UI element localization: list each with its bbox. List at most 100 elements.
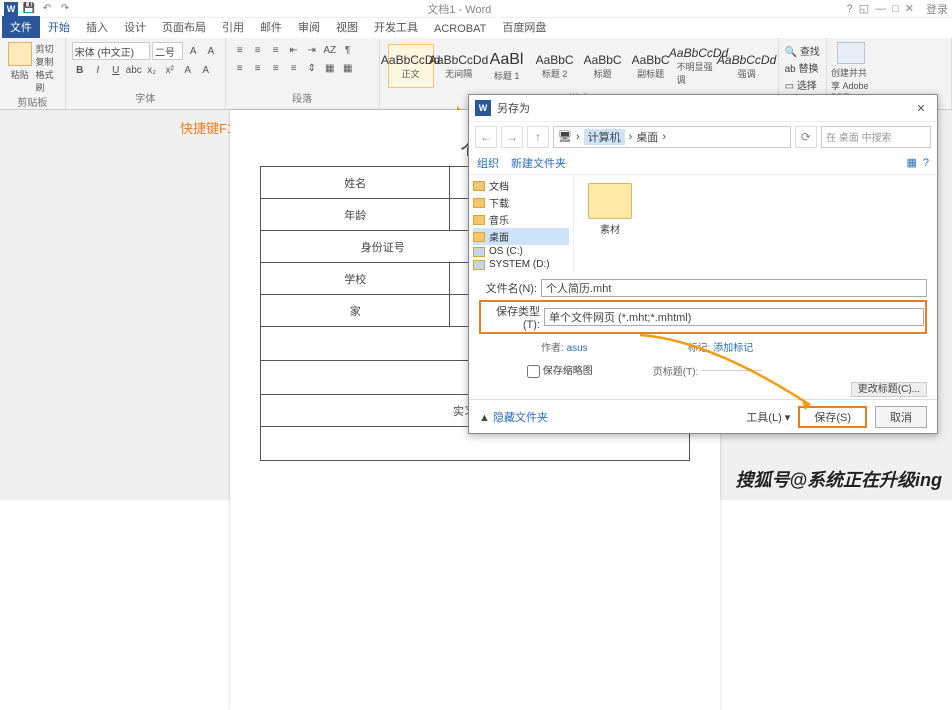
tree-downloads[interactable]: 下载 <box>473 194 569 211</box>
tab-design[interactable]: 设计 <box>116 16 154 38</box>
tab-baidu[interactable]: 百度网盘 <box>494 16 554 38</box>
drive-icon <box>473 247 485 257</box>
find-button[interactable]: 🔍 查找 <box>785 42 820 59</box>
drive-icon <box>473 260 485 270</box>
numbering-icon[interactable]: ≡ <box>250 42 266 58</box>
tree-desktop[interactable]: 桌面 <box>473 228 569 245</box>
replace-button[interactable]: ab 替换 <box>785 59 820 76</box>
align-left-icon[interactable]: ≡ <box>232 60 248 76</box>
tree-documents[interactable]: 文档 <box>473 177 569 194</box>
line-spacing-icon[interactable]: ⇕ <box>304 60 320 76</box>
cancel-button[interactable]: 取消 <box>875 406 927 428</box>
acrobat-create-button[interactable]: 创建并共享 Adobe PDF <box>831 42 871 102</box>
bold-icon[interactable]: B <box>72 62 88 78</box>
hide-folders-toggle[interactable]: ▲ 隐藏文件夹 <box>479 409 548 425</box>
filename-input[interactable]: 个人简历.mht <box>541 279 927 297</box>
change-title-button[interactable]: 更改标题(C)... <box>851 382 927 397</box>
dialog-titlebar[interactable]: W 另存为 ✕ <box>469 95 937 121</box>
tab-home[interactable]: 开始 <box>40 16 78 38</box>
tab-insert[interactable]: 插入 <box>78 16 116 38</box>
tree-drive-d[interactable]: SYSTEM (D:) <box>473 258 569 271</box>
font-color-icon[interactable]: A <box>198 62 214 78</box>
help-icon[interactable]: ? <box>847 3 853 15</box>
font-name-select[interactable]: 宋体 (中文正) <box>72 42 150 60</box>
tree-drive-c[interactable]: OS (C:) <box>473 245 569 258</box>
search-input[interactable]: 在 桌面 中搜索 <box>821 126 931 148</box>
align-right-icon[interactable]: ≡ <box>268 60 284 76</box>
tab-acrobat[interactable]: ACROBAT <box>426 20 494 38</box>
sub-icon[interactable]: x₂ <box>144 62 160 78</box>
folder-item[interactable]: 素材 <box>582 183 638 236</box>
file-list[interactable]: 素材 <box>574 175 937 272</box>
bullets-icon[interactable]: ≡ <box>232 42 248 58</box>
folder-icon <box>473 215 485 225</box>
redo-icon[interactable]: ↷ <box>58 2 72 16</box>
tab-layout[interactable]: 页面布局 <box>154 16 214 38</box>
italic-icon[interactable]: I <box>90 62 106 78</box>
maximize-icon[interactable]: □ <box>892 3 899 15</box>
forward-button[interactable]: → <box>501 126 523 148</box>
tab-review[interactable]: 审阅 <box>290 16 328 38</box>
cut-button[interactable]: 剪切 <box>36 42 59 55</box>
styles-gallery[interactable]: AaBbCcDd正文 AaBbCcDd无间隔 AaBl标题 1 AaBbC标题 … <box>386 42 772 90</box>
style-h2[interactable]: AaBbC标题 2 <box>532 44 578 88</box>
address-bar[interactable]: 🖥 › 计算机 › 桌面 › <box>553 126 791 148</box>
tree-music[interactable]: 音乐 <box>473 211 569 228</box>
copy-button[interactable]: 复制 <box>36 55 59 68</box>
sort-icon[interactable]: AZ <box>322 42 338 58</box>
indent-inc-icon[interactable]: ⇥ <box>304 42 320 58</box>
close-icon[interactable]: ✕ <box>905 2 914 15</box>
style-subtle[interactable]: AaBbCcDd不明显强调 <box>676 44 722 88</box>
indent-dec-icon[interactable]: ⇤ <box>286 42 302 58</box>
style-h1[interactable]: AaBl标题 1 <box>484 44 530 88</box>
underline-icon[interactable]: U <box>108 62 124 78</box>
help-icon[interactable]: ? <box>923 157 929 169</box>
back-button[interactable]: ← <box>475 126 497 148</box>
align-center-icon[interactable]: ≡ <box>250 60 266 76</box>
login-link[interactable]: 登录 <box>926 1 948 17</box>
minimize-icon[interactable]: — <box>875 3 886 15</box>
tab-file[interactable]: 文件 <box>2 16 40 38</box>
style-emphasis[interactable]: AaBbCcDd强调 <box>724 44 770 88</box>
cell-name: 姓名 <box>261 167 450 199</box>
path-computer[interactable]: 计算机 <box>584 129 625 145</box>
document-title: 文档1 - Word <box>72 1 847 17</box>
borders-icon[interactable]: ▦ <box>340 60 356 76</box>
showmarks-icon[interactable]: ¶ <box>340 42 356 58</box>
style-nospacing[interactable]: AaBbCcDd无间隔 <box>436 44 482 88</box>
up-button[interactable]: ↑ <box>527 126 549 148</box>
shrink-font-icon[interactable]: A <box>203 43 219 59</box>
strike-icon[interactable]: abc <box>126 62 142 78</box>
tab-developer[interactable]: 开发工具 <box>366 16 426 38</box>
tab-view[interactable]: 视图 <box>328 16 366 38</box>
refresh-icon[interactable]: ⟳ <box>795 126 817 148</box>
style-normal[interactable]: AaBbCcDd正文 <box>388 44 434 88</box>
font-size-select[interactable]: 二号 <box>152 42 183 60</box>
quick-access-toolbar: W 💾 ↶ ↷ <box>4 2 72 16</box>
format-painter-button[interactable]: 格式刷 <box>36 68 59 94</box>
tab-mailings[interactable]: 邮件 <box>252 16 290 38</box>
style-title[interactable]: AaBbC标题 <box>580 44 626 88</box>
dialog-close-icon[interactable]: ✕ <box>911 102 931 115</box>
view-icon[interactable]: ▦ <box>906 156 916 169</box>
save-icon[interactable]: 💾 <box>22 2 36 16</box>
organize-menu[interactable]: 组织 <box>477 155 499 171</box>
thumbnail-checkbox[interactable]: 保存缩略图 <box>527 362 593 378</box>
new-folder-button[interactable]: 新建文件夹 <box>511 155 566 171</box>
paste-button[interactable]: 粘贴 <box>6 42 34 94</box>
author-value[interactable]: asus <box>567 343 588 354</box>
highlight-icon[interactable]: A <box>180 62 196 78</box>
ribbon-toggle-icon[interactable]: ◱ <box>859 2 869 15</box>
undo-icon[interactable]: ↶ <box>40 2 54 16</box>
sup-icon[interactable]: x² <box>162 62 178 78</box>
path-desktop[interactable]: 桌面 <box>636 129 658 145</box>
shading-icon[interactable]: ▦ <box>322 60 338 76</box>
align-justify-icon[interactable]: ≡ <box>286 60 302 76</box>
grow-font-icon[interactable]: A <box>185 43 201 59</box>
folder-tree[interactable]: 文档 下载 音乐 桌面 OS (C:) SYSTEM (D:) TOOL (E:… <box>469 175 574 272</box>
style-subtitle[interactable]: AaBbC副标题 <box>628 44 674 88</box>
tab-references[interactable]: 引用 <box>214 16 252 38</box>
select-button[interactable]: ▭ 选择 <box>785 76 820 93</box>
filetype-select[interactable]: 单个文件网页 (*.mht;*.mhtml) <box>544 308 924 326</box>
multilevel-icon[interactable]: ≡ <box>268 42 284 58</box>
